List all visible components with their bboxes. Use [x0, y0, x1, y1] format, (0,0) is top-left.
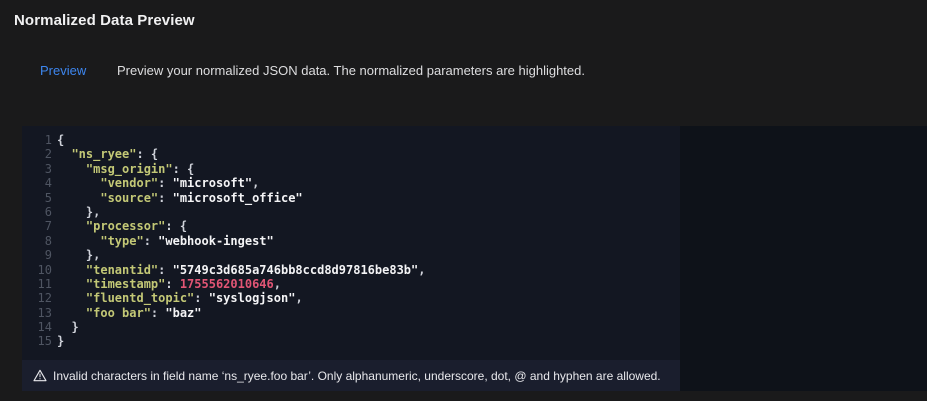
code-text: } [57, 334, 64, 348]
code-text: "msg_origin": { [57, 162, 194, 176]
code-line: 1{ [22, 133, 680, 147]
json-code-editor: 1{2 "ns_ryee": {3 "msg_origin": {4 "vend… [22, 126, 680, 360]
code-line: 7 "processor": { [22, 219, 680, 233]
code-text: } [57, 320, 79, 334]
preview-panel: 1{2 "ns_ryee": {3 "msg_origin": {4 "vend… [22, 126, 927, 391]
line-number: 12 [22, 291, 52, 305]
line-number: 5 [22, 191, 52, 205]
line-number: 14 [22, 320, 52, 334]
code-line: 5 "source": "microsoft_office" [22, 191, 680, 205]
line-number: 8 [22, 234, 52, 248]
code-line: 10 "tenantid": "5749c3d685a746bb8ccd8d97… [22, 263, 680, 277]
line-number: 7 [22, 219, 52, 233]
tab-preview[interactable]: Preview [40, 63, 86, 78]
code-line: 3 "msg_origin": { [22, 162, 680, 176]
code-line: 14 } [22, 320, 680, 334]
code-text: "vendor": "microsoft", [57, 176, 259, 190]
code-text: "type": "webhook-ingest" [57, 234, 274, 248]
code-line: 2 "ns_ryee": { [22, 147, 680, 161]
code-line: 8 "type": "webhook-ingest" [22, 234, 680, 248]
code-text: "processor": { [57, 219, 187, 233]
code-text: { [57, 133, 64, 147]
code-text: "fluentd_topic": "syslogjson", [57, 291, 303, 305]
page-title: Normalized Data Preview [14, 12, 195, 29]
code-text: }, [57, 248, 100, 262]
tab-description: Preview your normalized JSON data. The n… [117, 63, 585, 78]
line-number: 13 [22, 306, 52, 320]
line-number: 4 [22, 176, 52, 190]
code-text: }, [57, 205, 100, 219]
code-text: "source": "microsoft_office" [57, 191, 303, 205]
code-lines: 1{2 "ns_ryee": {3 "msg_origin": {4 "vend… [22, 133, 680, 349]
tab-row: Preview Preview your normalized JSON dat… [0, 63, 927, 81]
warning-triangle-icon [33, 369, 47, 382]
code-text: "tenantid": "5749c3d685a746bb8ccd8d97816… [57, 263, 425, 277]
code-line: 12 "fluentd_topic": "syslogjson", [22, 291, 680, 305]
code-line: 11 "timestamp": 1755562010646, [22, 277, 680, 291]
code-line: 4 "vendor": "microsoft", [22, 176, 680, 190]
code-line: 15} [22, 334, 680, 348]
line-number: 2 [22, 147, 52, 161]
line-number: 6 [22, 205, 52, 219]
line-number: 3 [22, 162, 52, 176]
line-number: 9 [22, 248, 52, 262]
code-line: 13 "foo bar": "baz" [22, 306, 680, 320]
code-text: "foo bar": "baz" [57, 306, 202, 320]
code-line: 6 }, [22, 205, 680, 219]
line-number: 15 [22, 334, 52, 348]
code-text: "timestamp": 1755562010646, [57, 277, 281, 291]
line-number: 1 [22, 133, 52, 147]
code-line: 9 }, [22, 248, 680, 262]
line-number: 11 [22, 277, 52, 291]
normalized-data-preview-page: Normalized Data Preview Preview Preview … [0, 0, 927, 401]
code-text: "ns_ryee": { [57, 147, 158, 161]
warning-banner: Invalid characters in field name ‘ns_rye… [22, 360, 680, 391]
warning-text: Invalid characters in field name ‘ns_rye… [53, 369, 661, 383]
line-number: 10 [22, 263, 52, 277]
